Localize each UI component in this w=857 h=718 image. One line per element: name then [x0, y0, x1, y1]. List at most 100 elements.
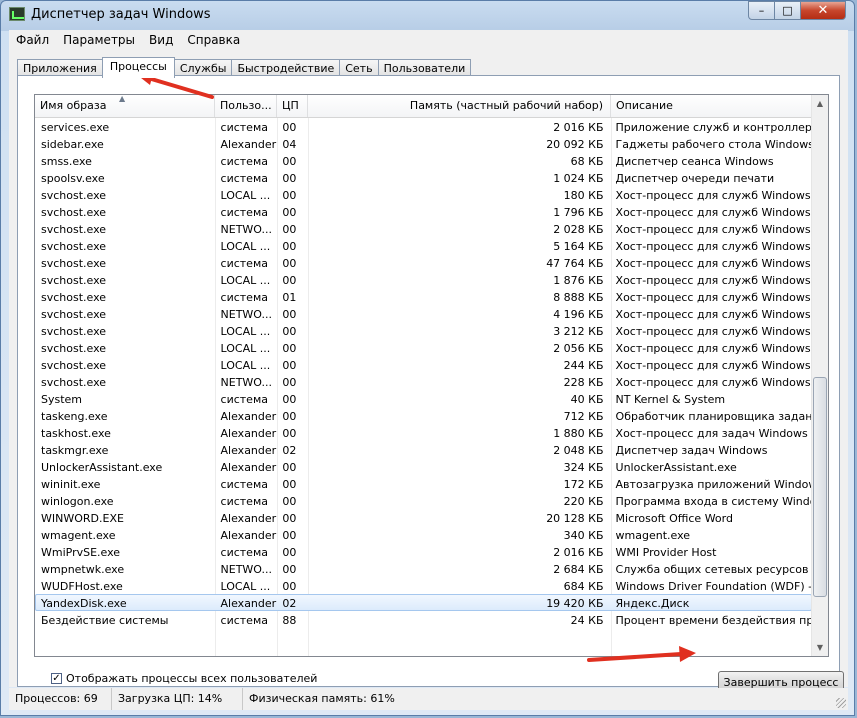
scroll-down-icon[interactable]: ▼: [812, 639, 828, 656]
process-cpu: 00: [282, 342, 297, 355]
process-rows: services.exe система 00 2 016 КБ Приложение …: [35, 118, 812, 628]
table-row[interactable]: svchost.exe LOCAL ... 00 5 164 КБ Хост-проце…: [35, 237, 812, 254]
processes-panel: ▲ Имя образа Пользо... ЦП Память (частны…: [17, 75, 844, 694]
process-user: NETWO...: [220, 563, 273, 576]
table-row[interactable]: WINWORD.EXE Alexander 00 20 128 КБ Microsoft…: [35, 509, 812, 526]
table-row[interactable]: WmiPrvSE.exe система 00 2 016 КБ WMI Provide…: [35, 543, 812, 560]
table-row[interactable]: YandexDisk.exe Alexander 02 19 420 КБ Яндекс…: [35, 594, 812, 611]
table-row[interactable]: svchost.exe система 00 47 764 КБ Хост-процес…: [35, 254, 812, 271]
process-cpu: 00: [282, 410, 297, 423]
process-user: LOCAL ...: [220, 342, 271, 355]
table-row[interactable]: wmpnetwk.exe NETWO... 00 2 684 КБ Служба общ…: [35, 560, 812, 577]
column-cpu[interactable]: ЦП: [277, 95, 308, 117]
resize-grip-icon[interactable]: [836, 698, 846, 708]
close-button[interactable]: ✕: [800, 1, 846, 20]
process-cpu: 00: [282, 274, 297, 287]
table-row[interactable]: svchost.exe NETWO... 00 2 028 КБ Хост-процес…: [35, 220, 812, 237]
column-memory[interactable]: Память (частный рабочий набор): [308, 95, 611, 117]
table-row[interactable]: taskeng.exe Alexander 00 712 КБ Обработчик п…: [35, 407, 812, 424]
process-image-name: System: [41, 393, 83, 406]
process-cpu: 88: [282, 614, 297, 627]
table-row[interactable]: Бездействие системы система 88 24 КБ Процент…: [35, 611, 812, 628]
process-list[interactable]: ▲ Имя образа Пользо... ЦП Память (частны…: [34, 94, 829, 657]
table-row[interactable]: smss.exe система 00 68 КБ Диспетчер сеанса W…: [35, 152, 812, 169]
menu-view[interactable]: Вид: [142, 33, 180, 47]
status-bar: Процессов: 69 Загрузка ЦП: 14% Физическа…: [9, 688, 848, 710]
table-row[interactable]: svchost.exe система 00 1 796 КБ Хост-процесс…: [35, 203, 812, 220]
process-user: NETWO...: [220, 223, 273, 236]
process-cpu: 00: [282, 359, 297, 372]
menu-file[interactable]: Файл: [9, 33, 56, 47]
process-description: Процент времени бездействия проц...: [615, 614, 811, 627]
menu-help[interactable]: Справка: [180, 33, 247, 47]
process-image-name: svchost.exe: [41, 342, 107, 355]
process-image-name: Бездействие системы: [41, 614, 169, 627]
process-description: Хост-процесс для служб Windows: [615, 274, 811, 287]
process-memory: 1 876 КБ: [553, 274, 604, 287]
annotation-arrow-icon: [587, 646, 696, 662]
menu-options[interactable]: Параметры: [56, 33, 142, 47]
table-row[interactable]: svchost.exe NETWO... 00 228 КБ Хост-процесс …: [35, 373, 812, 390]
process-user: система: [220, 614, 268, 627]
show-all-users-label: Отображать процессы всех пользователей: [66, 672, 318, 685]
scrollbar-thumb[interactable]: [813, 377, 827, 597]
process-description: Хост-процесс для служб Windows: [615, 240, 811, 253]
table-row[interactable]: spoolsv.exe система 00 1 024 КБ Диспетчер оч…: [35, 169, 812, 186]
tab-strip: Приложения Процессы Службы Быстродействи…: [17, 57, 472, 78]
column-description[interactable]: Описание: [611, 95, 812, 117]
process-cpu: 00: [282, 512, 297, 525]
process-memory: 2 684 КБ: [553, 563, 604, 576]
table-row[interactable]: taskhost.exe Alexander 00 1 880 КБ Хост-проц…: [35, 424, 812, 441]
table-row[interactable]: wmagent.exe Alexander 00 340 КБ wmagent.exe: [35, 526, 812, 543]
table-row[interactable]: svchost.exe LOCAL ... 00 180 КБ Хост-процесс…: [35, 186, 812, 203]
process-memory: 2 048 КБ: [553, 444, 604, 457]
table-row[interactable]: svchost.exe LOCAL ... 00 244 КБ Хост-процесс…: [35, 356, 812, 373]
minimize-button[interactable]: –: [748, 1, 775, 20]
process-description: Обработчик планировщика заданий: [615, 410, 811, 423]
table-row[interactable]: winlogon.exe система 00 220 КБ Программа вхо…: [35, 492, 812, 509]
table-row[interactable]: UnlockerAssistant.exe Alexander 00 324 КБ Un…: [35, 458, 812, 475]
process-cpu: 00: [282, 427, 297, 440]
process-image-name: svchost.exe: [41, 189, 107, 202]
process-memory: 180 КБ: [563, 189, 604, 202]
table-row[interactable]: WUDFHost.exe LOCAL ... 00 684 КБ Windows Dri…: [35, 577, 812, 594]
process-memory: 40 КБ: [570, 393, 604, 406]
process-image-name: services.exe: [41, 121, 110, 134]
process-description: Диспетчер очереди печати: [615, 172, 775, 185]
process-memory: 20 092 КБ: [546, 138, 604, 151]
process-user: Alexander: [220, 597, 277, 610]
process-description: Хост-процесс для служб Windows: [615, 291, 811, 304]
table-row[interactable]: svchost.exe LOCAL ... 00 1 876 КБ Хост-проце…: [35, 271, 812, 288]
process-memory: 244 КБ: [563, 359, 604, 372]
process-cpu: 00: [282, 206, 297, 219]
title-bar[interactable]: Диспетчер задач Windows – □ ✕: [1, 1, 854, 29]
process-image-name: svchost.exe: [41, 291, 107, 304]
table-row[interactable]: svchost.exe LOCAL ... 00 3 212 КБ Хост-проце…: [35, 322, 812, 339]
table-row[interactable]: wininit.exe система 00 172 КБ Автозагрузка п…: [35, 475, 812, 492]
table-row[interactable]: services.exe система 00 2 016 КБ Приложение …: [35, 118, 812, 135]
process-cpu: 00: [282, 308, 297, 321]
table-row[interactable]: svchost.exe NETWO... 00 4 196 КБ Хост-процес…: [35, 305, 812, 322]
process-image-name: WUDFHost.exe: [41, 580, 123, 593]
show-all-users-checkbox[interactable]: ✓: [51, 673, 62, 684]
maximize-button[interactable]: □: [774, 1, 801, 20]
process-cpu: 00: [282, 376, 297, 389]
process-user: система: [220, 206, 268, 219]
table-row[interactable]: sidebar.exe Alexander 04 20 092 КБ Гаджеты р…: [35, 135, 812, 152]
process-user: LOCAL ...: [220, 274, 271, 287]
process-image-name: taskeng.exe: [41, 410, 108, 423]
tab-processes[interactable]: Процессы: [101, 57, 175, 78]
column-user[interactable]: Пользо...: [215, 95, 277, 117]
table-row[interactable]: taskmgr.exe Alexander 02 2 048 КБ Диспетчер …: [35, 441, 812, 458]
process-cpu: 00: [282, 529, 297, 542]
process-memory: 2 016 КБ: [553, 121, 604, 134]
table-row[interactable]: svchost.exe LOCAL ... 00 2 056 КБ Хост-проце…: [35, 339, 812, 356]
process-cpu: 00: [282, 495, 297, 508]
table-row[interactable]: System система 00 40 КБ NT Kernel & System: [35, 390, 812, 407]
table-row[interactable]: svchost.exe система 01 8 888 КБ Хост-процесс…: [35, 288, 812, 305]
show-all-users-option[interactable]: ✓ Отображать процессы всех пользователей: [51, 672, 317, 685]
process-memory: 2 016 КБ: [553, 546, 604, 559]
vertical-scrollbar[interactable]: ▲ ▼: [811, 95, 828, 656]
process-description: Программа входа в систему Windows: [615, 495, 811, 508]
scroll-up-icon[interactable]: ▲: [812, 95, 828, 112]
